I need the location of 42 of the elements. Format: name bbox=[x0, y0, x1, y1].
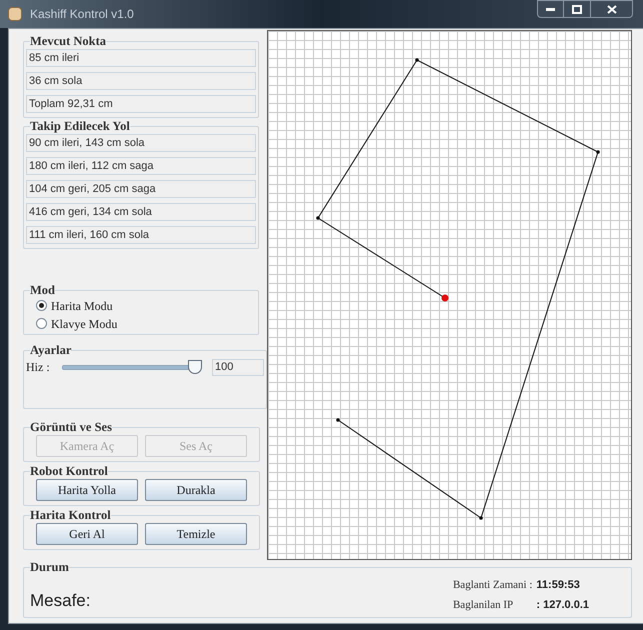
text-field[interactable]: 104 cm geri, 205 cm saga bbox=[26, 180, 256, 198]
slider-label: Hiz : bbox=[26, 359, 51, 376]
text-field[interactable]: 416 cm geri, 134 cm sola bbox=[26, 203, 256, 221]
text-field[interactable]: 36 cm sola bbox=[26, 72, 256, 90]
ip-label: Baglanilan IP bbox=[452, 598, 514, 612]
ip-address: : 127.0.0.1 bbox=[536, 598, 589, 612]
text-field[interactable]: 111 cm ileri, 160 cm sola bbox=[26, 226, 256, 244]
window-title: Kashiff Kontrol v1.0 bbox=[30, 6, 134, 23]
speed-slider[interactable] bbox=[62, 359, 202, 375]
slider-thumb[interactable] bbox=[188, 360, 202, 374]
text-field[interactable]: 85 cm ileri bbox=[26, 49, 256, 67]
group-title: Durum bbox=[30, 560, 69, 574]
distance-label: Mesafe: bbox=[30, 590, 90, 612]
group-title: Görüntü ve Ses bbox=[30, 420, 112, 434]
radio-button[interactable] bbox=[36, 300, 47, 311]
group-title: Takip Edilecek Yol bbox=[30, 119, 130, 133]
text-field[interactable]: Toplam 92,31 cm bbox=[26, 95, 256, 113]
minimize-button[interactable] bbox=[537, 0, 564, 18]
action-button[interactable]: Durakla bbox=[145, 479, 247, 501]
group-title: Ayarlar bbox=[30, 343, 72, 357]
close-icon bbox=[606, 4, 616, 14]
speed-field[interactable]: 100 bbox=[212, 358, 264, 376]
close-button[interactable] bbox=[591, 0, 633, 18]
maximize-button[interactable] bbox=[564, 0, 591, 18]
action-button[interactable]: Geri Al bbox=[36, 523, 138, 545]
connection-time-label: Baglanti Zamani : bbox=[452, 578, 532, 593]
connection-time: 11:59:53 bbox=[536, 578, 581, 593]
maximize-icon bbox=[572, 4, 582, 14]
radio-label[interactable]: Harita Modu bbox=[51, 296, 113, 314]
group-title: Harita Kontrol bbox=[30, 508, 111, 522]
group-title: Mevcut Nokta bbox=[30, 34, 106, 48]
radio-label[interactable]: Klavye Modu bbox=[51, 314, 118, 332]
robot-position-marker bbox=[442, 294, 448, 302]
group-title: Robot Kontrol bbox=[30, 464, 108, 478]
text-field[interactable]: 90 cm ileri, 143 cm sola bbox=[26, 134, 256, 152]
action-button[interactable]: Harita Yolla bbox=[36, 479, 138, 501]
action-button[interactable]: Temizle bbox=[145, 523, 247, 545]
app-icon bbox=[8, 7, 22, 21]
text-field[interactable]: 180 cm ileri, 112 cm saga bbox=[26, 157, 256, 175]
minimize-icon bbox=[546, 8, 555, 10]
radio-button[interactable] bbox=[36, 318, 47, 329]
group-title: Mod bbox=[30, 283, 55, 297]
